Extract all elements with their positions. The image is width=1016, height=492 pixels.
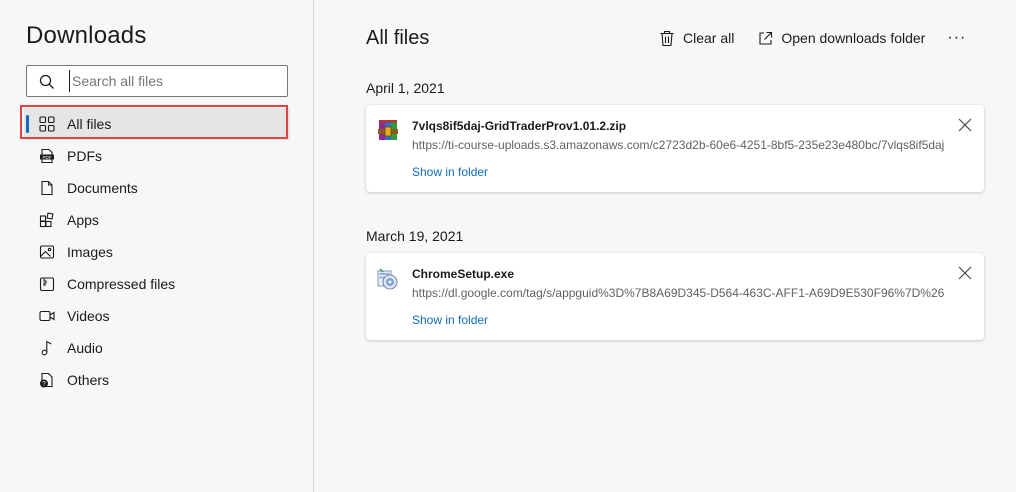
download-item: ChromeSetup.exe https://dl.google.com/ta… [366,253,984,340]
audio-icon [38,339,56,357]
nav-label: Apps [67,212,99,228]
archive-icon [376,119,400,143]
compressed-icon [38,275,56,293]
nav-label: Compressed files [67,276,176,292]
search-input[interactable] [69,70,282,92]
search-box[interactable] [26,65,288,97]
nav-item-documents[interactable]: Documents [24,172,290,204]
document-icon [38,179,56,197]
image-icon [38,243,56,261]
group-date: March 19, 2021 [366,228,464,244]
show-in-folder-link[interactable]: Show in folder [412,165,488,179]
nav-item-images[interactable]: Images [24,236,290,268]
clear-all-button[interactable]: Clear all [659,30,734,47]
nav-item-compressed-files[interactable]: Compressed files [24,268,290,300]
main-panel: All files Clear all Open downloads folde… [315,0,1016,492]
open-downloads-folder-button[interactable]: Open downloads folder [758,30,925,46]
open-folder-label: Open downloads folder [781,30,926,46]
nav-label: Audio [67,340,103,356]
show-in-folder-link[interactable]: Show in folder [412,313,488,327]
other-icon: ? [38,371,56,389]
nav-label: PDFs [67,148,102,164]
file-name[interactable]: ChromeSetup.exe [412,267,514,281]
more-options-button[interactable]: ··· [947,29,966,47]
close-icon[interactable] [958,266,972,280]
clear-all-label: Clear all [683,30,735,46]
search-icon [39,74,55,95]
nav-item-audio[interactable]: Audio [24,332,290,364]
nav-label: All files [67,116,112,132]
sidebar-title: Downloads [26,22,147,49]
file-url: https://ti-course-uploads.s3.amazonaws.c… [412,138,945,152]
pdf-icon: PDF [38,147,56,165]
nav-label: Videos [67,308,110,324]
nav-label: Others [67,372,110,388]
group-date: April 1, 2021 [366,80,445,96]
nav-label: Documents [67,180,138,196]
category-nav: All files PDF PDFs Documents Apps Images [20,105,290,396]
page-title: All files [366,27,430,49]
grid-icon [38,115,56,133]
download-item: 7vlqs8if5daj-GridTraderProv1.01.2.zip ht… [366,105,984,192]
svg-text:PDF: PDF [43,155,52,160]
open-external-icon [758,31,773,46]
video-icon [38,307,56,325]
nav-item-all-files[interactable]: All files [20,105,290,140]
nav-label: Images [67,244,113,260]
sidebar: Downloads All files PDF PDFs Documents [0,0,314,492]
nav-item-others[interactable]: ? Others [24,364,290,396]
file-url: https://dl.google.com/tag/s/appguid%3D%7… [412,286,945,300]
nav-item-videos[interactable]: Videos [24,300,290,332]
trash-icon [659,30,675,47]
toolbar: Clear all Open downloads folder ··· [659,29,966,47]
nav-item-apps[interactable]: Apps [24,204,290,236]
close-icon[interactable] [958,118,972,132]
nav-item-pdfs[interactable]: PDF PDFs [24,140,290,172]
file-name[interactable]: 7vlqs8if5daj-GridTraderProv1.01.2.zip [412,119,626,133]
apps-icon [38,211,56,229]
installer-icon [376,267,400,291]
